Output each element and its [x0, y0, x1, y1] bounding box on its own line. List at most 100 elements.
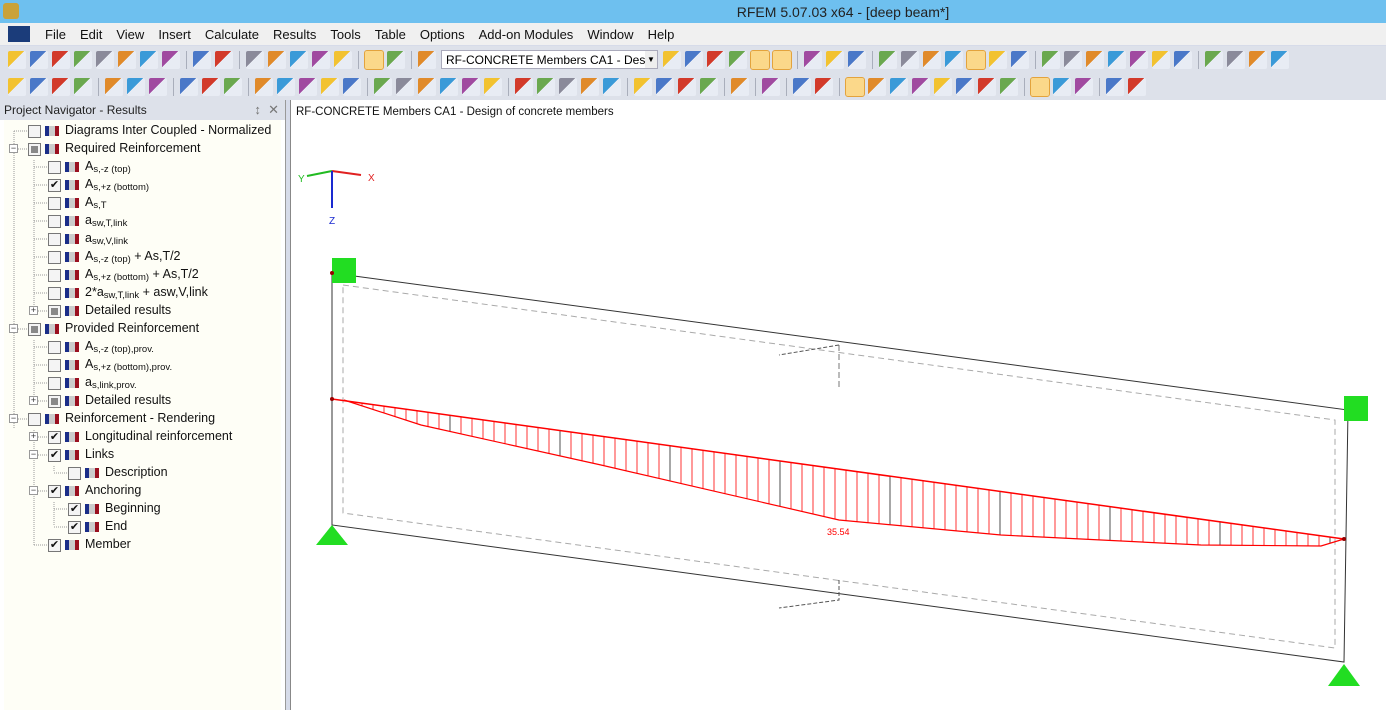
- node-grid-icon[interactable]: [901, 50, 919, 69]
- tree-item[interactable]: Reinforcement - Rendering: [28, 410, 215, 428]
- database-icon[interactable]: [74, 50, 92, 69]
- graphics-view[interactable]: RF-CONCRETE Members CA1 - Design of conc…: [290, 100, 1386, 710]
- menu-view[interactable]: View: [109, 27, 151, 42]
- export-down-icon[interactable]: [1205, 50, 1223, 69]
- collapse-icon[interactable]: −: [9, 414, 18, 423]
- zoom-out-icon[interactable]: [559, 77, 577, 96]
- checkbox[interactable]: [48, 376, 61, 390]
- expand-icon[interactable]: +: [29, 396, 38, 405]
- load-icon[interactable]: [374, 77, 392, 96]
- solid-result-icon[interactable]: [890, 77, 908, 96]
- view-x-icon[interactable]: [634, 77, 652, 96]
- menu-insert[interactable]: Insert: [151, 27, 198, 42]
- result-probe-icon[interactable]: [707, 50, 725, 69]
- load-generate-icon[interactable]: [484, 77, 502, 96]
- arrows-icon[interactable]: [912, 77, 930, 96]
- checkbox[interactable]: ✔: [48, 448, 61, 462]
- save-icon[interactable]: [96, 50, 114, 69]
- pin-icon[interactable]: ↕: [254, 102, 261, 117]
- tool-icon[interactable]: [515, 77, 533, 96]
- previous-icon[interactable]: [663, 50, 681, 69]
- menu-tools[interactable]: Tools: [323, 27, 367, 42]
- menu-options[interactable]: Options: [413, 27, 472, 42]
- checkbox[interactable]: ✔: [68, 520, 81, 534]
- load-grid2-icon[interactable]: [440, 77, 458, 96]
- model-scene[interactable]: Y X Z 35.54: [291, 100, 1386, 710]
- display-icon[interactable]: [1053, 77, 1071, 96]
- load-case-icon[interactable]: [418, 50, 436, 69]
- print-graphic-icon[interactable]: [1106, 77, 1124, 96]
- navigator-icon[interactable]: [364, 49, 384, 70]
- table-icon[interactable]: [387, 50, 405, 69]
- tree-item[interactable]: 2*asw,T,link + asw,V,link: [48, 284, 208, 302]
- tree-item[interactable]: ✔ Member: [48, 536, 131, 554]
- tree-item[interactable]: Diagrams Inter Coupled - Normalized: [28, 122, 271, 140]
- new-icon[interactable]: [8, 50, 26, 69]
- result-bars-icon[interactable]: [848, 50, 866, 69]
- checkbox[interactable]: [28, 124, 41, 138]
- checkbox[interactable]: [48, 250, 61, 264]
- opening-icon[interactable]: [299, 77, 317, 96]
- checkbox[interactable]: [48, 196, 61, 210]
- expand-icon[interactable]: +: [29, 306, 38, 315]
- archive-icon[interactable]: [52, 50, 70, 69]
- result-values-icon[interactable]: [772, 49, 792, 70]
- polyline-icon[interactable]: [74, 77, 92, 96]
- section-result-icon[interactable]: [978, 77, 996, 96]
- surface-result-icon[interactable]: [868, 77, 886, 96]
- checkbox[interactable]: ✔: [68, 502, 81, 516]
- grid-point-icon[interactable]: [224, 77, 242, 96]
- table-view-icon[interactable]: [1000, 77, 1018, 96]
- tree-item[interactable]: ✔ End: [68, 518, 127, 536]
- load-grid-icon[interactable]: [418, 77, 436, 96]
- tree-item[interactable]: Detailed results: [48, 302, 171, 320]
- rfem-logo-icon[interactable]: [8, 26, 30, 42]
- frame-icon[interactable]: [277, 77, 295, 96]
- rotate-icon[interactable]: [1064, 50, 1082, 69]
- support-alt-icon[interactable]: [1271, 50, 1289, 69]
- checkbox[interactable]: [28, 142, 41, 156]
- tree-item[interactable]: asw,V,link: [48, 230, 128, 248]
- add-view-icon[interactable]: [312, 50, 330, 69]
- checkbox[interactable]: [48, 340, 61, 354]
- print-icon[interactable]: [140, 50, 158, 69]
- support-line-icon[interactable]: [127, 77, 145, 96]
- visibility-icon[interactable]: [762, 77, 780, 96]
- menu-table[interactable]: Table: [368, 27, 413, 42]
- nodal-load-icon[interactable]: [396, 77, 414, 96]
- tree-item[interactable]: Detailed results: [48, 392, 171, 410]
- checkbox[interactable]: ✔: [48, 538, 61, 552]
- node-icon[interactable]: [8, 77, 26, 96]
- tree-item[interactable]: As,+z (bottom) + As,T/2: [48, 266, 199, 284]
- coordinate-icon[interactable]: [202, 77, 220, 96]
- member-icon[interactable]: [1011, 50, 1029, 69]
- mirror-icon[interactable]: [1086, 50, 1104, 69]
- expand-icon[interactable]: +: [29, 432, 38, 441]
- gear-icon[interactable]: [1174, 50, 1192, 69]
- module-case-select[interactable]: RF-CONCRETE Members CA1 - Design of conc…: [441, 50, 658, 69]
- view-iso-icon[interactable]: [603, 77, 621, 96]
- checkbox[interactable]: [68, 466, 81, 480]
- checkbox[interactable]: ✔: [48, 178, 61, 192]
- window-icon[interactable]: [334, 50, 352, 69]
- print-list-icon[interactable]: [1128, 77, 1146, 96]
- menu-file[interactable]: File: [38, 27, 73, 42]
- solid-icon[interactable]: [255, 77, 273, 96]
- checkbox[interactable]: [48, 304, 61, 318]
- tree-item[interactable]: As,-z (top) + As,T/2: [48, 248, 181, 266]
- next-icon[interactable]: [685, 50, 703, 69]
- view-z-icon[interactable]: [678, 77, 696, 96]
- print-preview-icon[interactable]: [162, 50, 180, 69]
- box-icon[interactable]: [321, 77, 339, 96]
- dimension-icon[interactable]: [180, 77, 198, 96]
- tree-item[interactable]: Description: [68, 464, 168, 482]
- checkbox[interactable]: [48, 268, 61, 282]
- copy-icon[interactable]: [343, 77, 361, 96]
- support-node-icon[interactable]: [105, 77, 123, 96]
- tree-item[interactable]: ✔ Beginning: [68, 500, 161, 518]
- tree-item[interactable]: ✔ As,+z (bottom): [48, 176, 149, 194]
- tree-item[interactable]: ✔ Anchoring: [48, 482, 141, 500]
- target-icon[interactable]: [268, 50, 286, 69]
- legend-icon[interactable]: [1030, 76, 1050, 97]
- show-results-icon[interactable]: [750, 49, 770, 70]
